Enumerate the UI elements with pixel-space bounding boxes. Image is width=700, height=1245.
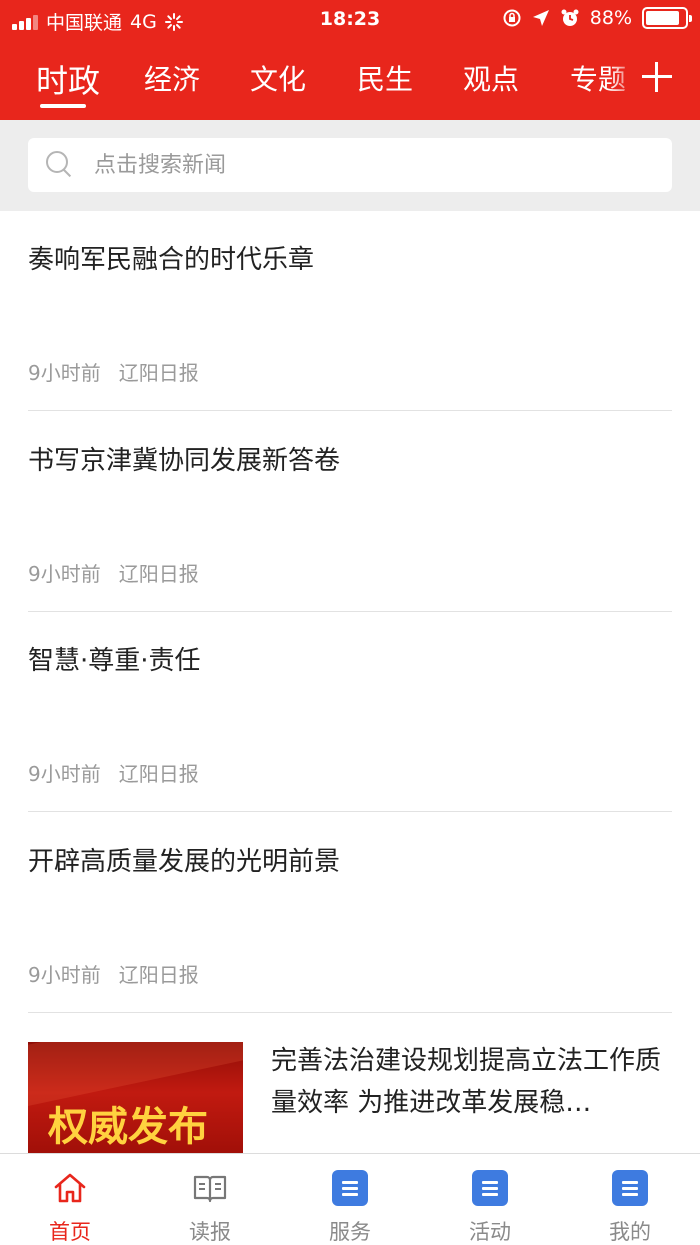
tab-jingji[interactable]: 经济 [144, 58, 200, 98]
alarm-icon [561, 9, 579, 26]
news-meta: 9小时前 辽阳日报 [28, 758, 199, 787]
document-icon [612, 1170, 648, 1206]
nav-read-paper[interactable]: 读报 [140, 1154, 280, 1245]
nav-service-label: 服务 [329, 1220, 371, 1244]
nav-home-label: 首页 [49, 1220, 91, 1244]
search-icon [46, 151, 72, 177]
news-item[interactable]: 智慧·尊重·责任 9小时前 辽阳日报 [28, 612, 672, 812]
news-source: 辽阳日报 [118, 562, 199, 586]
search-bar [0, 120, 700, 211]
tab-guandian[interactable]: 观点 [463, 58, 519, 98]
nav-mine-label: 我的 [609, 1220, 651, 1244]
news-title: 智慧·尊重·责任 [28, 646, 201, 676]
news-time: 9小时前 [28, 562, 101, 586]
news-time: 9小时前 [28, 361, 101, 385]
news-item[interactable]: 奏响军民融合的时代乐章 9小时前 辽阳日报 [28, 211, 672, 411]
active-tab-indicator [40, 104, 86, 108]
tab-shizheng[interactable]: 时政 [36, 56, 100, 102]
news-source: 辽阳日报 [118, 762, 199, 786]
location-icon [532, 10, 549, 26]
featured-news-title: 完善法治建设规划提高立法工作质量效率 为推进改革发展稳… [271, 1046, 662, 1118]
home-icon [54, 1173, 86, 1203]
bottom-nav: 首页 读报 服务 活动 我的 [0, 1153, 700, 1245]
news-title: 书写京津冀协同发展新答卷 [28, 446, 341, 476]
tab-scroll-fade [610, 52, 640, 120]
nav-home[interactable]: 首页 [0, 1154, 140, 1245]
featured-news-item[interactable]: 权威发布 完善法治建设规划提高立法工作质量效率 为推进改革发展稳… [28, 1040, 672, 1155]
nav-service[interactable]: 服务 [280, 1154, 420, 1245]
battery-percent: 88% [589, 7, 632, 29]
search-input[interactable] [94, 150, 654, 180]
news-meta: 9小时前 辽阳日报 [28, 558, 199, 587]
battery-icon [642, 7, 692, 29]
thumbnail-caption: 权威发布 [48, 1104, 208, 1150]
document-icon [472, 1170, 508, 1206]
channel-tabs: 时政 经济 文化 民生 观点 专题 [0, 52, 700, 120]
news-meta: 9小时前 辽阳日报 [28, 959, 199, 988]
top-header: 中国联通 4G 18:23 88% 时政 经济 文化 民生 观点 专题 [0, 0, 700, 120]
news-item[interactable]: 书写京津冀协同发展新答卷 9小时前 辽阳日报 [28, 412, 672, 612]
nav-mine[interactable]: 我的 [560, 1154, 700, 1245]
news-meta: 9小时前 辽阳日报 [28, 357, 199, 386]
nav-activity[interactable]: 活动 [420, 1154, 560, 1245]
news-title: 开辟高质量发展的光明前景 [28, 847, 341, 877]
news-time: 9小时前 [28, 762, 101, 786]
nav-activity-label: 活动 [469, 1220, 511, 1244]
tab-minsheng[interactable]: 民生 [357, 58, 413, 98]
nav-read-paper-label: 读报 [189, 1220, 231, 1244]
news-thumbnail: 权威发布 [28, 1042, 243, 1155]
status-bar: 中国联通 4G 18:23 88% [0, 0, 700, 40]
status-right: 88% [502, 7, 692, 29]
news-item[interactable]: 开辟高质量发展的光明前景 9小时前 辽阳日报 [28, 813, 672, 1013]
tab-wenhua[interactable]: 文化 [250, 58, 306, 98]
rotation-lock-icon [503, 9, 521, 27]
document-icon [332, 1170, 368, 1206]
search-box[interactable] [28, 138, 672, 192]
news-time: 9小时前 [28, 963, 101, 987]
book-icon [193, 1175, 227, 1203]
news-source: 辽阳日报 [118, 963, 199, 987]
add-channel-button[interactable] [642, 62, 672, 92]
news-title: 奏响军民融合的时代乐章 [28, 245, 315, 275]
news-source: 辽阳日报 [118, 361, 199, 385]
